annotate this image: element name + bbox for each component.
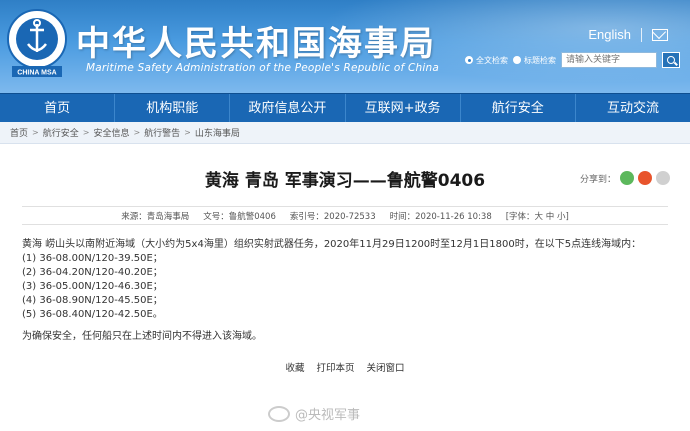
radio-fulltext[interactable]: 全文检索 [465,55,508,66]
weibo-icon[interactable] [638,171,652,185]
logo-caption: CHINA MSA [17,70,56,77]
chevron-right-icon: > [184,128,191,137]
site-title: 中华人民共和国海事局 [76,24,436,64]
site-subtitle: Maritime Safety Administration of the Pe… [86,62,439,74]
china-msa-logo[interactable]: CHINA MSA [6,8,68,80]
radio-title-dot[interactable] [513,56,521,64]
nav-item-functions[interactable]: 机构职能 [115,94,231,122]
nav-item-gov-info[interactable]: 政府信息公开 [230,94,346,122]
body-intro: 黄海 崂山头以南附近海域（大小约为5x4海里）组织实射武器任务，2020年11月… [22,239,642,250]
share-label: 分享到： [579,174,616,185]
list-item: (2) 36-04.20N/120-40.20E； [22,267,163,278]
radio-fulltext-dot[interactable] [465,56,473,64]
meta-time: 时间：2020-11-26 10:38 [389,211,492,222]
breadcrumb-safety-info[interactable]: 安全信息 [93,126,129,139]
watermark: @央视军事 [268,404,360,423]
english-link[interactable]: English [588,27,631,42]
meta-index-no: 索引号：2020-72533 [289,211,376,222]
meta-source: 来源：青岛海事局 [121,211,190,222]
article-title: 黄海 青岛 军事演习——鲁航警0406 [204,171,486,191]
radio-title[interactable]: 标题检索 [513,55,556,66]
more-share-icon[interactable] [656,171,670,185]
breadcrumb: 首页 > 航行安全 > 安全信息 > 航行警告 > 山东海事局 [0,122,690,144]
article-meta: 来源：青岛海事局 文号：鲁航警0406 索引号：2020-72533 时间：20… [22,206,668,225]
list-item: (5) 36-08.40N/120-42.50E。 [22,309,163,320]
breadcrumb-shandong[interactable]: 山东海事局 [195,126,240,139]
header-divider [641,27,642,42]
search-input[interactable] [561,52,657,68]
print-button[interactable]: 打印本页 [316,360,354,374]
weibo-watermark-icon [268,405,290,422]
chevron-right-icon: > [32,128,39,137]
article-body: 黄海 崂山头以南附近海域（大小约为5x4海里）组织实射武器任务，2020年11月… [22,238,668,344]
close-window-button[interactable]: 关闭窗口 [367,360,405,374]
watermark-text: @央视军事 [295,408,361,423]
font-size-switcher[interactable]: [字体：大 中 小] [506,210,569,222]
radio-title-label: 标题检索 [524,55,556,65]
nav-item-home[interactable]: 首页 [0,94,116,122]
nav-item-interaction[interactable]: 互动交流 [576,94,690,122]
list-item: (1) 36-08.00N/120-39.50E； [22,253,163,264]
nav-item-nav-safety[interactable]: 航行安全 [461,94,576,122]
breadcrumb-home[interactable]: 首页 [10,126,28,139]
list-item: (4) 36-08.90N/120-45.50E； [22,295,163,306]
mail-icon[interactable] [652,28,668,41]
favorite-button[interactable]: 收藏 [285,360,304,374]
search-icon[interactable] [662,52,680,68]
radio-fulltext-label: 全文检索 [476,55,508,65]
article: 分享到： 黄海 青岛 军事演习——鲁航警0406 来源：青岛海事局 文号：鲁航警… [0,166,690,374]
list-item: (3) 36-05.00N/120-46.30E； [22,281,163,292]
share-bar: 分享到： [580,171,670,185]
search-bar: 全文检索 标题检索 [465,52,680,68]
nav-item-internet-gov[interactable]: 互联网+政务 [346,94,461,122]
main-nav: 首页 机构职能 政府信息公开 互联网+政务 航行安全 互动交流 [0,93,690,122]
wechat-icon[interactable] [620,171,634,185]
header-links: English [588,27,668,42]
site-header: CHINA MSA 中华人民共和国海事局 Maritime Safety Adm… [0,0,690,93]
chevron-right-icon: > [82,128,90,137]
breadcrumb-nav-warning[interactable]: 航行警告 [144,126,180,139]
article-actions: 收藏 打印本页 关闭窗口 [22,360,668,374]
breadcrumb-nav-safety[interactable]: 航行安全 [43,126,79,139]
body-notice: 为确保安全，任何船只在上述时间内不得进入该海域。 [22,331,262,342]
meta-doc-no: 文号：鲁航警0406 [203,211,276,222]
chevron-right-icon: > [133,128,141,137]
